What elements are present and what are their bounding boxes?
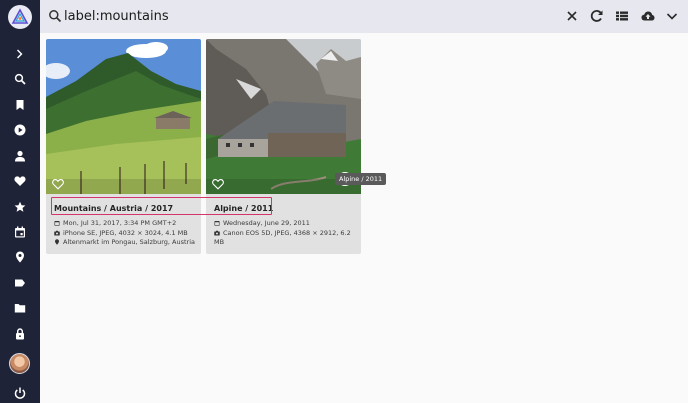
star-icon[interactable] bbox=[10, 197, 30, 217]
search-icon bbox=[48, 8, 64, 24]
avatar[interactable] bbox=[9, 353, 30, 374]
photo-date: Mon, Jul 31, 2017, 3:34 PM GMT+2 bbox=[63, 219, 177, 227]
label-tag-icon[interactable] bbox=[10, 273, 30, 293]
photo-date: Wednesday, June 29, 2011 bbox=[223, 219, 310, 227]
favorite-heart-icon[interactable] bbox=[212, 178, 224, 190]
calendar-icon bbox=[54, 220, 60, 226]
refresh-icon[interactable] bbox=[589, 8, 605, 24]
close-icon[interactable] bbox=[564, 8, 580, 24]
date-row: Mon, Jul 31, 2017, 3:34 PM GMT+2 bbox=[54, 219, 176, 228]
app-logo[interactable] bbox=[8, 5, 32, 29]
top-bar bbox=[40, 0, 688, 33]
favorite-heart-icon[interactable] bbox=[52, 178, 64, 190]
camera-row-continued: MB bbox=[214, 238, 224, 247]
bookmark-icon[interactable] bbox=[10, 95, 30, 115]
camera-icon bbox=[54, 230, 60, 235]
date-row: Wednesday, June 29, 2011 bbox=[214, 219, 310, 228]
photo-card[interactable]: Alpine / 2011 Wednesday, June 29, 2011 C… bbox=[206, 39, 361, 254]
photo-camera-info: iPhone SE, JPEG, 4032 × 3024, 4.1 MB bbox=[63, 229, 188, 237]
photo-location: Altenmarkt im Pongau, Salzburg, Austria bbox=[63, 238, 195, 246]
camera-icon bbox=[214, 230, 220, 235]
sidebar bbox=[0, 0, 40, 403]
lock-icon[interactable] bbox=[10, 324, 30, 344]
folder-icon[interactable] bbox=[10, 298, 30, 318]
search-icon[interactable] bbox=[10, 69, 30, 89]
photo-camera-info: Canon EOS 5D, JPEG, 4368 × 2912, 6.2 bbox=[223, 229, 351, 237]
photo-thumbnail[interactable] bbox=[46, 39, 201, 194]
photo-thumbnail[interactable] bbox=[206, 39, 361, 194]
camera-row: Canon EOS 5D, JPEG, 4368 × 2912, 6.2 bbox=[214, 229, 351, 238]
heart-icon[interactable] bbox=[10, 171, 30, 191]
location-pin-icon bbox=[55, 238, 59, 245]
view-list-icon[interactable] bbox=[614, 8, 630, 24]
person-icon[interactable] bbox=[10, 146, 30, 166]
tooltip: Alpine / 2011 bbox=[335, 173, 387, 185]
upload-cloud-icon[interactable] bbox=[640, 8, 656, 24]
location-pin-icon[interactable] bbox=[10, 247, 30, 267]
camera-row: iPhone SE, JPEG, 4032 × 3024, 4.1 MB bbox=[54, 229, 188, 238]
chevron-down-icon[interactable] bbox=[664, 8, 680, 24]
photo-card[interactable]: Mountains / Austria / 2017 Mon, Jul 31, … bbox=[46, 39, 201, 254]
location-row: Altenmarkt im Pongau, Salzburg, Austria bbox=[54, 238, 195, 247]
search-input[interactable] bbox=[64, 8, 364, 25]
chevron-right-icon[interactable] bbox=[10, 44, 30, 64]
title-highlight-box bbox=[51, 197, 272, 215]
photo-camera-info-continued: MB bbox=[214, 238, 225, 246]
power-icon[interactable] bbox=[10, 383, 30, 403]
play-circle-icon[interactable] bbox=[10, 120, 30, 140]
calendar-icon bbox=[214, 220, 220, 226]
calendar-icon[interactable] bbox=[10, 222, 30, 242]
